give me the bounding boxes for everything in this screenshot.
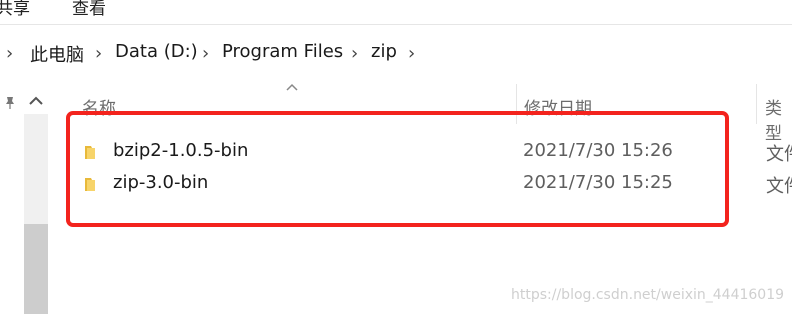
chevron-right-icon[interactable]: › xyxy=(6,43,13,64)
watermark: https://blog.csdn.net/weixin_44416019 xyxy=(511,287,785,303)
file-type: 文件 xyxy=(766,176,792,197)
breadcrumb-zip[interactable]: zip xyxy=(371,41,397,62)
column-divider[interactable] xyxy=(756,84,757,124)
ribbon-divider xyxy=(0,24,792,25)
chevron-right-icon[interactable]: › xyxy=(351,43,358,64)
chevron-right-icon[interactable]: › xyxy=(95,43,102,64)
file-type: 文件 xyxy=(766,144,792,165)
chevron-right-icon[interactable]: › xyxy=(408,43,415,64)
ribbon-tab-share[interactable]: 共享 xyxy=(0,0,30,19)
file-explorer-window: 共享 查看 › 此电脑 › Data (D:) › Program Files … xyxy=(0,0,792,314)
breadcrumb-this-pc[interactable]: 此电脑 xyxy=(30,41,84,67)
breadcrumb-program-files[interactable]: Program Files xyxy=(222,41,343,62)
address-bar[interactable]: › 此电脑 › Data (D:) › Program Files › zip … xyxy=(0,34,792,70)
ribbon-tab-view[interactable]: 查看 xyxy=(72,0,106,19)
ribbon-menu: 共享 查看 xyxy=(0,0,792,22)
column-header-type[interactable]: 类型 xyxy=(765,94,792,144)
nav-scrollbar-thumb[interactable] xyxy=(24,224,48,314)
sort-up-icon xyxy=(286,83,298,91)
chevron-right-icon[interactable]: › xyxy=(202,43,209,64)
nav-scrollbar-track[interactable] xyxy=(24,114,48,224)
chevron-up-icon[interactable] xyxy=(26,92,46,110)
breadcrumb-data-drive[interactable]: Data (D:) xyxy=(115,41,198,62)
highlight-box xyxy=(66,111,729,227)
navigation-pane xyxy=(0,84,50,314)
pin-icon[interactable] xyxy=(3,96,17,110)
